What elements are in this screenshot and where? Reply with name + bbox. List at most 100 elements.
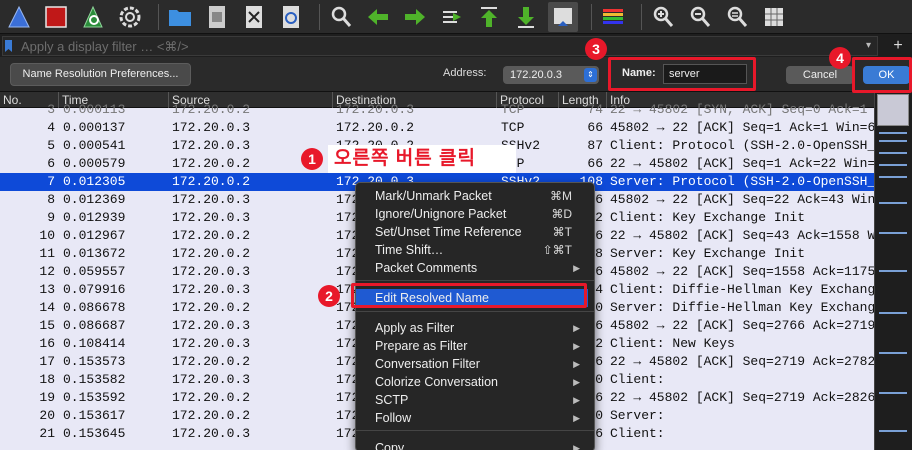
- resize-columns-icon: [765, 7, 783, 26]
- packet-info: Client: Protocol (SSH-2.0-OpenSSH_8: [610, 138, 874, 153]
- packet-source: 172.20.0.3: [172, 264, 251, 279]
- display-filter-input[interactable]: [2, 36, 878, 56]
- menu-item-ignore-unignore-packet[interactable]: Ignore/Unignore Packet ⌘D: [356, 205, 594, 223]
- step-badge-1: 1: [301, 148, 323, 170]
- minimap-mark: [879, 164, 907, 166]
- name-resolution-preferences-button[interactable]: Name Resolution Preferences...: [10, 63, 191, 86]
- minimap-mark: [879, 352, 907, 354]
- name-label: Name:: [622, 67, 656, 79]
- colorize-button[interactable]: [598, 2, 628, 32]
- menu-item-prepare-as-filter[interactable]: Prepare as Filter ▶: [356, 337, 594, 355]
- packet-source: 172.20.0.2: [172, 408, 251, 423]
- close-file-icon: [246, 5, 262, 28]
- packet-no: 15: [39, 318, 55, 333]
- submenu-arrow-icon: ▶: [573, 443, 580, 450]
- zoom-out-button[interactable]: [685, 2, 715, 32]
- packet-time: 0.012939: [63, 210, 126, 225]
- restart-capture-button[interactable]: [78, 2, 108, 32]
- minimap-mark: [879, 140, 907, 142]
- resize-columns-button[interactable]: [759, 2, 789, 32]
- packet-no: 14: [39, 300, 55, 315]
- minimap-mark: [879, 202, 907, 204]
- toolbar-separator: [319, 3, 320, 30]
- arrow-right-icon: [405, 8, 425, 25]
- packet-time: 0.012369: [63, 192, 126, 207]
- menu-item-set-unset-time-reference[interactable]: Set/Unset Time Reference ⌘T: [356, 223, 594, 241]
- packet-time: 0.013672: [63, 246, 126, 261]
- menu-item-apply-as-filter[interactable]: Apply as Filter ▶: [356, 319, 594, 337]
- scroll-thumb[interactable]: [877, 94, 909, 126]
- find-packet-button[interactable]: [326, 2, 356, 32]
- submenu-arrow-icon: ▶: [573, 413, 580, 423]
- menu-item-shortcut: ⌘M: [550, 189, 572, 203]
- folder-open-icon: [169, 9, 191, 26]
- close-file-button[interactable]: [239, 2, 269, 32]
- save-file-button[interactable]: [202, 2, 232, 32]
- packet-no: 21: [39, 426, 55, 441]
- go-forward-button[interactable]: [400, 2, 430, 32]
- go-first-button[interactable]: [474, 2, 504, 32]
- zoom-in-button[interactable]: [648, 2, 678, 32]
- packet-no: 16: [39, 336, 55, 351]
- menu-item-sctp[interactable]: SCTP ▶: [356, 391, 594, 409]
- table-row[interactable]: 3 0.000113 172.20.0.2 172.20.0.3 TCP 74 22 → 4…: [0, 101, 874, 119]
- packet-no: 11: [39, 246, 55, 261]
- menu-item-label: Conversation Filter: [375, 357, 480, 371]
- minimap-mark: [879, 392, 907, 394]
- packet-source: 172.20.0.3: [172, 318, 251, 333]
- packet-info: 45802 → 22 [ACK] Seq=2766 Ack=2719: [610, 318, 874, 333]
- packet-time: 0.086687: [63, 318, 126, 333]
- stop-capture-button[interactable]: [41, 2, 71, 32]
- reload-file-button[interactable]: [276, 2, 306, 32]
- packet-info: Server: Protocol (SSH-2.0-OpenSSH_8: [610, 174, 874, 189]
- menu-item-time-shift[interactable]: Time Shift… ⇧⌘T: [356, 241, 594, 259]
- packet-time: 0.000137: [63, 120, 126, 135]
- bookmark-icon[interactable]: [5, 40, 12, 52]
- ok-button[interactable]: OK: [863, 66, 910, 84]
- cancel-button[interactable]: Cancel: [786, 66, 854, 84]
- packet-info: 45802 → 22 [ACK] Seq=22 Ack=43 Win: [610, 192, 874, 207]
- packet-no: 18: [39, 372, 55, 387]
- packet-no: 7: [47, 174, 55, 189]
- start-capture-button[interactable]: [4, 2, 34, 32]
- packet-info: Server: Diffie-Hellman Key Exchange: [610, 300, 874, 315]
- packet-list-scrollbar[interactable]: [874, 92, 912, 450]
- menu-item-mark-unmark-packet[interactable]: Mark/Unmark Packet ⌘M: [356, 187, 594, 205]
- packet-time: 0.012967: [63, 228, 126, 243]
- menu-item-copy[interactable]: Copy ▶: [356, 439, 594, 450]
- packet-protocol: TCP: [501, 102, 525, 117]
- go-back-button[interactable]: [363, 2, 393, 32]
- address-value: 172.20.0.3: [510, 69, 562, 81]
- table-row[interactable]: 4 0.000137 172.20.0.3 172.20.0.2 TCP 66 45802 …: [0, 119, 874, 137]
- go-to-packet-button[interactable]: [437, 2, 467, 32]
- menu-item-label: Colorize Conversation: [375, 375, 498, 389]
- menu-item-conversation-filter[interactable]: Conversation Filter ▶: [356, 355, 594, 373]
- chevron-down-icon[interactable]: ▾: [866, 40, 876, 52]
- packet-info: 22 → 45802 [ACK] Seq=2719 Ack=2826: [610, 390, 874, 405]
- menu-item-label: Mark/Unmark Packet: [375, 189, 492, 203]
- file-save-icon: [209, 5, 225, 28]
- capture-options-button[interactable]: [115, 2, 145, 32]
- menu-item-label: Edit Resolved Name: [375, 291, 489, 305]
- zoom-normal-button[interactable]: [722, 2, 752, 32]
- go-last-button[interactable]: [511, 2, 541, 32]
- packet-time: 0.000541: [63, 138, 126, 153]
- packet-no: 19: [39, 390, 55, 405]
- menu-item-packet-comments[interactable]: Packet Comments ▶: [356, 259, 594, 277]
- address-select[interactable]: 172.20.0.3 ⇕: [503, 66, 599, 84]
- autoscroll-button[interactable]: [548, 1, 578, 32]
- edit-resolved-name-bar: Name Resolution Preferences... Address: …: [0, 57, 912, 92]
- step-badge-4: 4: [829, 47, 851, 69]
- packet-source: 172.20.0.3: [172, 210, 251, 225]
- packet-time: 0.153617: [63, 408, 126, 423]
- add-filter-button[interactable]: +: [888, 36, 908, 56]
- packet-source: 172.20.0.2: [172, 228, 251, 243]
- name-input[interactable]: [663, 64, 747, 84]
- menu-item-follow[interactable]: Follow ▶: [356, 409, 594, 427]
- packet-time: 0.012305: [63, 174, 126, 189]
- menu-item-edit-resolved-name[interactable]: Edit Resolved Name: [356, 289, 588, 307]
- open-file-button[interactable]: [165, 2, 195, 32]
- main-toolbar: [0, 0, 912, 34]
- packet-source: 172.20.0.3: [172, 120, 251, 135]
- menu-item-colorize-conversation[interactable]: Colorize Conversation ▶: [356, 373, 594, 391]
